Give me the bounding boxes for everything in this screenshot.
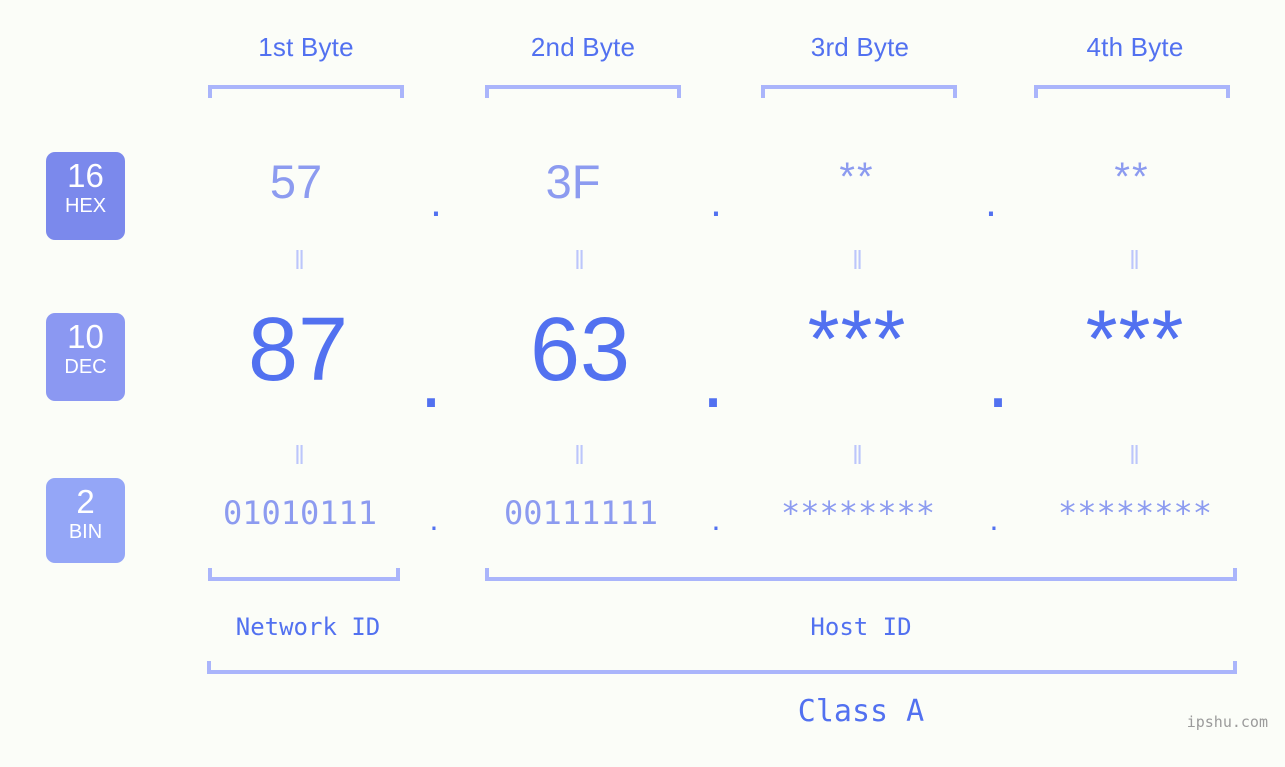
hex-dot-separator-3: . (985, 178, 997, 225)
dec-value-byte-2: 63 (529, 300, 631, 400)
base-badge-hex-abbr: HEX (64, 195, 107, 217)
base-badge-bin-abbr: BIN (68, 521, 103, 543)
dec-value-byte-4: *** (1085, 294, 1185, 385)
hex-value-byte-4: ** (1114, 155, 1150, 199)
base-badge-bin-number: 2 (76, 483, 95, 520)
byte-bracket-2 (485, 85, 681, 98)
base-badge-dec-number: 10 (67, 318, 104, 355)
byte-header-2: 2nd Byte (530, 32, 636, 62)
class-bracket (207, 661, 1237, 674)
watermark: ipshu.com (1186, 713, 1268, 731)
byte-bracket-3 (761, 85, 957, 98)
equality-mark-dec-bin-3: ‖ (852, 440, 864, 470)
network-id-label: Network ID (235, 613, 381, 641)
equality-mark-hex-dec-1: ‖ (294, 245, 306, 275)
hex-dot-separator-1: . (430, 178, 442, 225)
host-id-label: Host ID (810, 613, 912, 641)
class-label: Class A (797, 694, 925, 729)
bin-value-byte-3: ******** (780, 494, 936, 532)
bin-dot-separator-2: . (711, 501, 721, 537)
dec-dot-separator-3: . (986, 334, 1010, 425)
hex-value-byte-1: 57 (269, 155, 323, 208)
ip-address-breakdown-diagram: 1st Byte 2nd Byte 3rd Byte 4th Byte 16 H… (0, 0, 1285, 767)
equality-mark-dec-bin-4: ‖ (1129, 440, 1141, 470)
equality-mark-hex-dec-4: ‖ (1129, 245, 1141, 275)
bin-dot-separator-3: . (989, 501, 999, 537)
base-badge-hex-number: 16 (67, 157, 104, 194)
equality-mark-dec-bin-1: ‖ (294, 440, 306, 470)
base-badge-hex: 16 HEX (46, 152, 125, 240)
hex-value-byte-2: 3F (545, 155, 601, 208)
network-id-bracket (208, 568, 400, 581)
host-id-bracket (485, 568, 1237, 581)
equality-mark-hex-dec-2: ‖ (574, 245, 586, 275)
dec-value-byte-1: 87 (247, 300, 349, 400)
byte-header-3: 3rd Byte (810, 32, 910, 62)
byte-bracket-4 (1034, 85, 1230, 98)
bin-value-byte-4: ******** (1057, 494, 1213, 532)
equality-mark-hex-dec-3: ‖ (852, 245, 864, 275)
dec-value-byte-3: *** (807, 294, 907, 385)
dec-dot-separator-1: . (419, 334, 443, 425)
hex-value-byte-3: ** (839, 155, 875, 199)
bin-value-byte-2: 00111111 (503, 494, 659, 532)
base-badge-bin: 2 BIN (46, 478, 125, 563)
bin-dot-separator-1: . (429, 501, 439, 537)
base-badge-dec: 10 DEC (46, 313, 125, 401)
bin-value-byte-1: 01010111 (222, 494, 378, 532)
dec-dot-separator-2: . (701, 334, 725, 425)
equality-mark-dec-bin-2: ‖ (574, 440, 586, 470)
base-badge-dec-abbr: DEC (64, 356, 107, 378)
byte-bracket-1 (208, 85, 404, 98)
hex-dot-separator-2: . (710, 178, 722, 225)
byte-header-4: 4th Byte (1086, 32, 1184, 62)
byte-header-1: 1st Byte (258, 32, 354, 62)
